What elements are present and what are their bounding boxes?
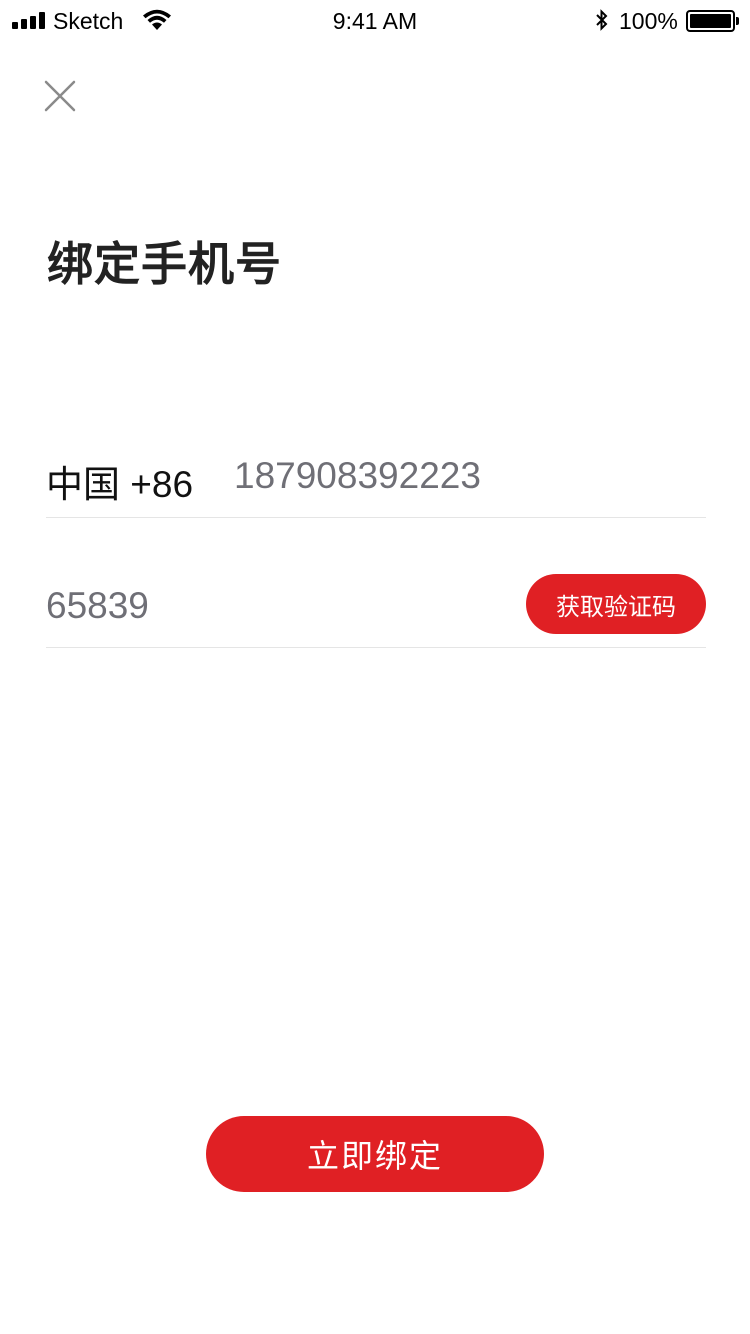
status-bar: Sketch 9:41 AM 100% [0, 0, 750, 40]
get-code-button[interactable]: 获取验证码 [526, 574, 706, 634]
bind-now-button[interactable]: 立即绑定 [206, 1116, 544, 1192]
country-code-selector[interactable]: 中国 +86 [46, 454, 193, 508]
verification-code-input[interactable] [46, 580, 446, 632]
phone-row: 中国 +86 [46, 440, 706, 518]
verification-code-row: 获取验证码 [46, 570, 706, 648]
phone-input[interactable] [234, 450, 694, 502]
battery-percent: 100% [619, 8, 678, 34]
battery-icon [686, 10, 735, 32]
bluetooth-icon [596, 9, 608, 31]
close-button[interactable] [36, 72, 84, 120]
page-title: 绑定手机号 [47, 238, 282, 290]
close-icon [44, 80, 76, 112]
battery-cap [736, 17, 739, 25]
